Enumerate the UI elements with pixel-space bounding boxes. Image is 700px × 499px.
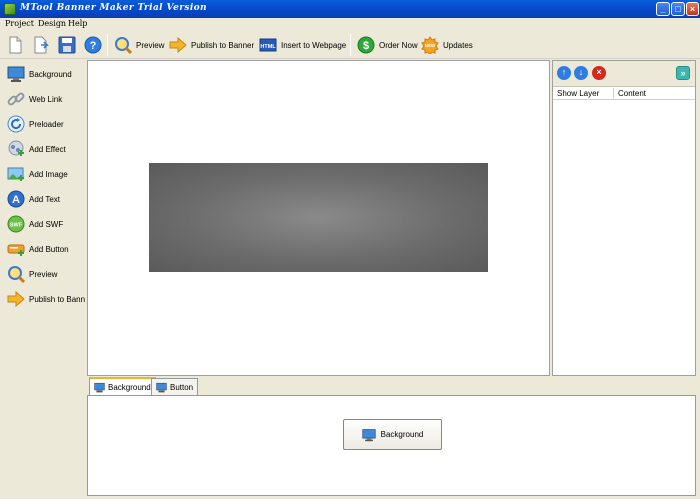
app-icon bbox=[4, 3, 16, 15]
collapse-panel-icon[interactable]: » bbox=[676, 66, 690, 80]
layers-panel: ↑ ↓ × » Show Layer Content bbox=[552, 60, 696, 376]
svg-text:HTML: HTML bbox=[260, 44, 276, 50]
open-document-icon bbox=[32, 36, 50, 54]
image-icon bbox=[7, 165, 25, 183]
html-icon: HTML bbox=[259, 36, 277, 54]
close-button[interactable]: × bbox=[686, 2, 699, 16]
monitor-icon bbox=[94, 382, 105, 393]
sidebar-item-label: Publish to Bann bbox=[29, 294, 86, 304]
tab-label: Background bbox=[108, 383, 151, 392]
monitor-icon bbox=[7, 65, 25, 83]
maximize-button[interactable]: □ bbox=[671, 2, 685, 16]
sidebar-item-label: Add SWF bbox=[29, 219, 64, 229]
minimize-button[interactable]: _ bbox=[656, 2, 670, 16]
property-panel: Background bbox=[87, 395, 696, 496]
sidebar-item-label: Preloader bbox=[29, 119, 64, 129]
sidebar-item-label: Add Text bbox=[29, 194, 60, 204]
sidebar-item-add-image[interactable]: Add Image bbox=[7, 163, 87, 185]
sidebar-item-add-text[interactable]: A Add Text bbox=[7, 188, 87, 210]
design-canvas[interactable] bbox=[87, 60, 550, 376]
column-content[interactable]: Content bbox=[618, 89, 646, 98]
refresh-icon bbox=[7, 115, 25, 133]
move-down-icon[interactable]: ↓ bbox=[574, 66, 588, 80]
delete-icon[interactable]: × bbox=[592, 66, 606, 80]
effect-icon bbox=[7, 140, 25, 158]
toolbar-separator bbox=[350, 34, 351, 56]
new-badge-icon: NEW bbox=[421, 36, 439, 56]
dollar-icon: $ bbox=[357, 36, 375, 54]
insert-webpage-button[interactable]: HTML Insert to Webpage bbox=[259, 33, 346, 57]
monitor-icon bbox=[362, 428, 376, 442]
svg-text:NEW: NEW bbox=[425, 43, 436, 48]
preview-button[interactable]: Preview bbox=[114, 33, 164, 57]
background-settings-button[interactable]: Background bbox=[343, 419, 442, 450]
menu-help[interactable]: Help bbox=[68, 19, 87, 28]
sidebar-item-label: Add Button bbox=[29, 244, 69, 254]
layers-toolbar: ↑ ↓ × » bbox=[553, 61, 695, 87]
sidebar-item-label: Background bbox=[29, 69, 72, 79]
banner-preview[interactable] bbox=[149, 163, 488, 272]
svg-text:$: $ bbox=[363, 40, 369, 52]
svg-text:A: A bbox=[12, 194, 20, 206]
sidebar-item-publish[interactable]: Publish to Bann bbox=[7, 288, 87, 310]
tab-button[interactable]: Button bbox=[151, 378, 199, 395]
sidebar-item-add-button[interactable]: Add Button bbox=[7, 238, 87, 260]
menu-bar: Project Design Help bbox=[0, 18, 700, 30]
updates-button[interactable]: NEW Updates bbox=[421, 33, 473, 57]
left-panel: Background Web Link Preloader Add Effect… bbox=[1, 60, 85, 494]
text-icon: A bbox=[7, 190, 25, 208]
magnifier-icon bbox=[114, 36, 133, 55]
sidebar-item-label: Add Effect bbox=[29, 144, 66, 154]
new-document-icon bbox=[6, 36, 24, 54]
publish-button[interactable]: Publish to Banner bbox=[169, 33, 254, 57]
sidebar-item-add-effect[interactable]: Add Effect bbox=[7, 138, 87, 160]
chain-link-icon bbox=[7, 90, 25, 108]
main-toolbar: ? Preview Publish to Banner HTML Insert … bbox=[0, 30, 700, 59]
button-icon bbox=[7, 240, 25, 258]
sidebar-item-label: Web Link bbox=[29, 94, 63, 104]
help-button[interactable]: ? bbox=[84, 33, 102, 57]
sidebar-item-preloader[interactable]: Preloader bbox=[7, 113, 87, 135]
open-button[interactable] bbox=[32, 33, 50, 57]
insert-webpage-label: Insert to Webpage bbox=[281, 40, 347, 50]
sidebar-item-label: Add Image bbox=[29, 169, 68, 179]
svg-text:?: ? bbox=[90, 40, 97, 52]
button-label: Background bbox=[380, 430, 424, 439]
order-now-label: Order Now bbox=[379, 40, 418, 50]
order-now-button[interactable]: $ Order Now bbox=[357, 33, 418, 57]
toolbar-separator bbox=[107, 34, 108, 56]
column-divider[interactable] bbox=[613, 88, 614, 100]
sidebar-item-label: Preview bbox=[29, 269, 58, 279]
layers-table-header: Show Layer Content bbox=[553, 88, 695, 100]
title-bar: MTool Banner Maker Trial Version _ □ × bbox=[0, 0, 700, 18]
svg-text:SWF: SWF bbox=[10, 223, 23, 229]
sidebar-item-web-link[interactable]: Web Link bbox=[7, 88, 87, 110]
sidebar-item-preview[interactable]: Preview bbox=[7, 263, 87, 285]
property-tabs: Background Button bbox=[87, 377, 696, 396]
new-button[interactable] bbox=[6, 33, 24, 57]
magnifier-icon bbox=[7, 265, 26, 284]
help-icon: ? bbox=[84, 36, 102, 54]
publish-label: Publish to Banner bbox=[191, 40, 255, 50]
move-up-icon[interactable]: ↑ bbox=[557, 66, 571, 80]
arrow-right-icon bbox=[7, 290, 25, 308]
sidebar-item-add-swf[interactable]: SWF Add SWF bbox=[7, 213, 87, 235]
menu-design[interactable]: Design bbox=[38, 19, 66, 28]
window-title: MTool Banner Maker Trial Version bbox=[20, 3, 207, 13]
menu-project[interactable]: Project bbox=[5, 19, 34, 28]
arrow-right-icon bbox=[169, 36, 187, 54]
tab-label: Button bbox=[170, 382, 194, 392]
monitor-icon bbox=[156, 382, 167, 393]
sidebar-item-background[interactable]: Background bbox=[7, 63, 87, 85]
preview-label: Preview bbox=[136, 40, 165, 50]
swf-icon: SWF bbox=[7, 215, 25, 233]
updates-label: Updates bbox=[443, 40, 473, 50]
floppy-disk-icon bbox=[58, 36, 76, 54]
column-show-layer[interactable]: Show Layer bbox=[557, 89, 599, 98]
tab-background[interactable]: Background bbox=[89, 377, 156, 396]
save-button[interactable] bbox=[58, 33, 76, 57]
